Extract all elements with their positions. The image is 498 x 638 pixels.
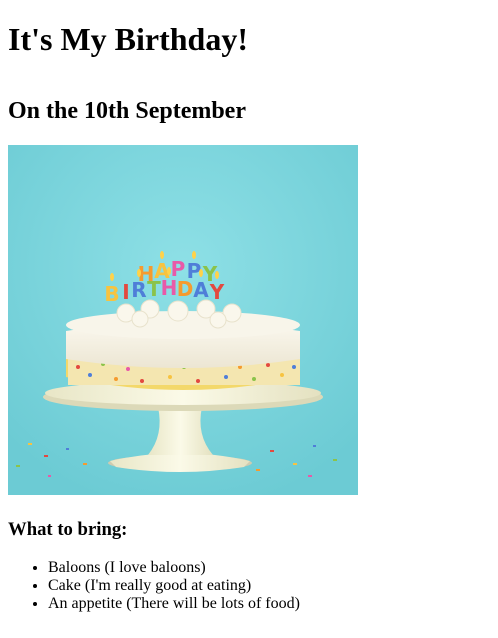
list-item: An appetite (There will be lots of food) [48, 595, 490, 613]
list-item: Cake (I'm really good at eating) [48, 577, 490, 595]
what-to-bring-heading: What to bring: [8, 519, 128, 540]
birthday-cake-image: H A P P Y B I R T H D A Y [8, 145, 358, 495]
svg-text:T: T [147, 277, 161, 301]
list-item: Baloons (I love baloons) [48, 559, 490, 577]
page-subtitle: On the 10th September [8, 98, 246, 124]
page: It's My Birthday! On the 10th September [0, 0, 498, 613]
svg-text:B: B [104, 282, 119, 306]
svg-text:H: H [161, 276, 178, 300]
svg-text:R: R [131, 278, 146, 302]
svg-text:Y: Y [209, 280, 225, 304]
page-title: It's My Birthday! [8, 21, 248, 57]
bring-list: Baloons (I love baloons) Cake (I'm reall… [8, 559, 490, 613]
svg-text:A: A [193, 278, 209, 302]
svg-text:D: D [177, 277, 194, 301]
svg-text:I: I [122, 280, 129, 304]
